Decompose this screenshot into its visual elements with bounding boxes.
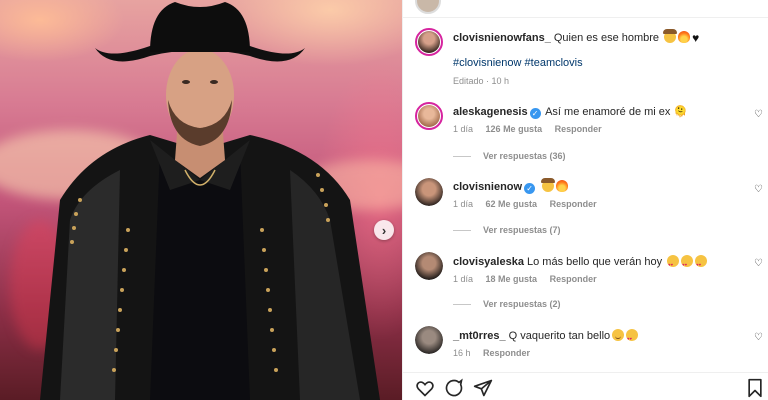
heart-eyes-emoji-icon <box>626 329 639 346</box>
heart-eyes-emoji-icon <box>695 255 708 272</box>
comment-likes[interactable]: 126 Me gusta <box>486 124 543 134</box>
comment-time: 1 día <box>453 274 474 284</box>
cowboy-photo <box>40 2 380 400</box>
heart-icon[interactable]: ♡ <box>754 259 764 269</box>
reply-button[interactable]: Responder <box>555 124 602 134</box>
commenter-avatar[interactable] <box>415 178 443 206</box>
cowboy-emoji-icon <box>663 29 678 43</box>
comment-time: 1 día <box>453 124 474 134</box>
previous-header-strip <box>403 0 768 18</box>
comment-icon[interactable] <box>444 378 464 398</box>
divider <box>453 156 471 158</box>
edited-timestamp: Editado · 10 h <box>453 76 510 86</box>
comment-time: 16 h <box>453 348 471 358</box>
fire-emoji-icon <box>556 180 569 192</box>
view-replies-button[interactable]: Ver respuestas (2) <box>453 299 561 309</box>
comment: aleskagenesis ✓ Así me enamoré de mi ex 🫠 <box>453 105 687 119</box>
hashtags-link[interactable]: #clovisnienow #teamclovis <box>453 57 583 69</box>
comment-likes[interactable]: 18 Me gusta <box>486 274 538 284</box>
paper-plane-icon[interactable] <box>473 378 493 398</box>
comment: clovisyaleska Lo más bello que verán hoy <box>453 255 708 272</box>
caption: clovisnienowfans_ Quien es ese hombre <box>453 29 703 45</box>
verified-badge-icon: ✓ <box>524 183 536 194</box>
comment-meta: 16 h Responder <box>453 348 540 358</box>
heart-icon[interactable]: ♡ <box>754 110 764 120</box>
smiling-emoji-icon <box>612 329 625 341</box>
view-replies-button[interactable]: Ver respuestas (7) <box>453 225 561 235</box>
comment-text: Así me enamoré de mi ex 🫠 <box>545 106 688 118</box>
comment: clovisnienow ✓ <box>453 178 569 194</box>
fire-emoji-icon <box>678 31 691 43</box>
post-actions-bar <box>403 372 768 400</box>
verified-badge-icon: ✓ <box>529 108 541 119</box>
comment-text: Q vaquerito tan bello <box>508 330 611 342</box>
comment-text: Lo más bello que verán hoy <box>527 256 663 268</box>
commenter-avatar[interactable] <box>415 326 443 354</box>
view-replies-button[interactable]: Ver respuestas (36) <box>453 151 566 161</box>
avatar[interactable] <box>415 0 441 14</box>
reply-button[interactable]: Responder <box>550 199 597 209</box>
author-username[interactable]: clovisnienowfans_ <box>453 32 551 44</box>
chevron-right-icon[interactable]: › <box>374 220 394 240</box>
heart-eyes-emoji-icon <box>667 255 680 272</box>
comment: _mt0rres_ Q vaquerito tan bello <box>453 329 639 346</box>
divider <box>453 304 471 306</box>
comment-likes[interactable]: 62 Me gusta <box>486 199 538 209</box>
bookmark-icon[interactable] <box>745 378 765 398</box>
comment-time: 1 día <box>453 199 474 209</box>
comment-username[interactable]: aleskagenesis <box>453 106 528 118</box>
post-image[interactable]: › <box>0 0 402 400</box>
author-avatar[interactable] <box>415 28 443 56</box>
black-heart-emoji-icon <box>692 31 703 45</box>
caption-text: Quien es ese hombre <box>553 32 660 44</box>
heart-icon[interactable]: ♡ <box>754 185 764 195</box>
comment-username[interactable]: clovisyaleska <box>453 256 524 268</box>
commenter-avatar[interactable] <box>415 252 443 280</box>
cowboy-emoji-icon <box>541 178 556 192</box>
comment-username[interactable]: _mt0rres_ <box>453 330 506 342</box>
commenter-avatar[interactable] <box>415 102 443 130</box>
comment-meta: 1 día 18 Me gusta Responder <box>453 274 607 284</box>
comments-panel: clovisnienowfans_ Quien es ese hombre #c… <box>402 0 768 400</box>
divider <box>453 230 471 232</box>
comment-meta: 1 día 62 Me gusta Responder <box>453 199 607 209</box>
heart-icon[interactable]: ♡ <box>754 333 764 343</box>
reply-button[interactable]: Responder <box>483 348 530 358</box>
heart-eyes-emoji-icon <box>681 255 694 272</box>
comment-meta: 1 día 126 Me gusta Responder <box>453 124 612 134</box>
reply-button[interactable]: Responder <box>550 274 597 284</box>
comment-username[interactable]: clovisnienow <box>453 181 522 193</box>
heart-icon[interactable] <box>415 378 435 398</box>
